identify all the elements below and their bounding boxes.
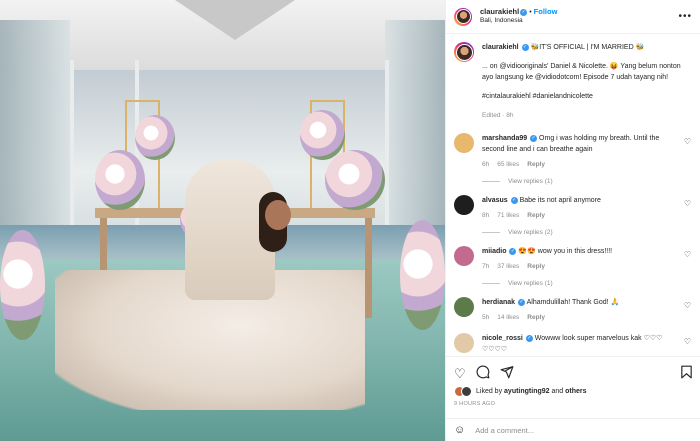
view-replies-button[interactable]: View replies (2) xyxy=(482,229,693,236)
commenter-avatar[interactable] xyxy=(454,133,474,153)
commenter-avatar[interactable] xyxy=(454,333,474,353)
comment-like-heart-icon[interactable]: ♡ xyxy=(684,137,691,146)
comment: miiadio ✓ 😍😍 wow you in this dress!!!! 7… xyxy=(454,246,693,287)
post-actions: ♡ Liked by ayutingting92 and others 9 HO… xyxy=(446,356,700,407)
bride xyxy=(55,120,365,410)
table-leg xyxy=(365,218,372,318)
comments-list[interactable]: claurakiehl ✓ 🐝IT'S OFFICIAL | I'M MARRI… xyxy=(446,34,700,356)
comment-text: 😍😍 wow you in this dress!!!! xyxy=(518,248,613,255)
verified-badge-icon: ✓ xyxy=(525,334,533,342)
flower-arrangement xyxy=(400,220,445,330)
likes-and: and xyxy=(551,388,564,395)
view-replies-button[interactable]: View replies (1) xyxy=(482,280,693,287)
flower-arrangement xyxy=(0,230,45,340)
verified-badge-icon: ✓ xyxy=(520,8,528,16)
caption-edited: Edited · 8h xyxy=(482,112,514,119)
share-icon[interactable] xyxy=(500,365,514,381)
location-link[interactable]: Bali, Indonesia xyxy=(480,17,557,25)
add-comment-bar: ☺ xyxy=(446,418,700,441)
commenter-username[interactable]: miiadio xyxy=(482,248,507,255)
comment-time[interactable]: 8h xyxy=(482,212,489,219)
comment-likes[interactable]: 71 likes xyxy=(497,212,519,219)
verified-badge-icon: ✓ xyxy=(521,43,529,51)
verified-badge-icon: ✓ xyxy=(530,134,538,142)
comment-like-heart-icon[interactable]: ♡ xyxy=(684,199,691,208)
commenter-username[interactable]: herdianak xyxy=(482,299,515,306)
verified-badge-icon: ✓ xyxy=(518,298,526,306)
post-caption: claurakiehl ✓ 🐝IT'S OFFICIAL | I'M MARRI… xyxy=(454,42,693,121)
likes-others-link[interactable]: others xyxy=(565,388,586,395)
comment: alvasus ✓ Babe its not april anymore 8h 7… xyxy=(454,195,693,236)
commenter-username[interactable]: marshanda99 xyxy=(482,135,527,142)
reply-button[interactable]: Reply xyxy=(527,212,545,219)
post-time-ago: 9 HOURS AGO xyxy=(454,401,496,407)
verified-badge-icon: ✓ xyxy=(510,196,518,204)
reply-button[interactable]: Reply xyxy=(527,314,545,321)
comment-like-heart-icon[interactable]: ♡ xyxy=(684,250,691,259)
liker-avatar xyxy=(461,386,472,397)
view-replies-button[interactable]: View replies (1) xyxy=(482,178,693,185)
post-modal: claurakiehl ✓ • Follow Bali, Indonesia ••• … xyxy=(0,0,700,441)
caption-body: ... on @vidiooriginals' Daniel & Nicolet… xyxy=(482,63,681,81)
author-avatar[interactable] xyxy=(454,7,472,26)
comment-likes[interactable]: 14 likes xyxy=(497,314,519,321)
comment-likes[interactable]: 65 likes xyxy=(497,161,519,168)
more-options-icon[interactable]: ••• xyxy=(678,11,692,22)
comment-time[interactable]: 5h xyxy=(482,314,489,321)
author-username[interactable]: claurakiehl xyxy=(480,7,519,16)
caption-hashtags[interactable]: #cintalaurakiehl #danielandnicolette xyxy=(482,91,682,102)
post-side-panel: claurakiehl ✓ • Follow Bali, Indonesia ••• … xyxy=(445,0,700,441)
likes-prefix: Liked by xyxy=(476,388,503,395)
commenter-username[interactable]: nicole_rossi xyxy=(482,335,523,342)
verified-badge-icon: ✓ xyxy=(509,247,517,255)
comment-icon[interactable] xyxy=(476,365,490,381)
comment-likes[interactable]: 37 likes xyxy=(497,263,519,270)
caption-username[interactable]: claurakiehl xyxy=(482,44,519,51)
comment: herdianak ✓ Alhamdulillah! Thank God! 🙏 … xyxy=(454,297,693,323)
comment-time[interactable]: 6h xyxy=(482,161,489,168)
reply-button[interactable]: Reply xyxy=(527,263,545,270)
heart-icon[interactable]: ♡ xyxy=(454,367,466,380)
comment-text: Babe its not april anymore xyxy=(519,197,601,204)
comment-text: Alhamdulillah! Thank God! 🙏 xyxy=(526,299,620,306)
caption-headline: 🐝IT'S OFFICIAL | I'M MARRIED 🐝 xyxy=(530,44,645,51)
likes-summary: Liked by ayutingting92 and others xyxy=(454,386,693,397)
separator-dot: • xyxy=(529,9,532,17)
commenter-avatar[interactable] xyxy=(454,297,474,317)
add-comment-input[interactable] xyxy=(475,425,676,435)
commenter-avatar[interactable] xyxy=(454,195,474,215)
commenter-username[interactable]: alvasus xyxy=(482,197,508,204)
post-header: claurakiehl ✓ • Follow Bali, Indonesia ••• xyxy=(446,0,700,34)
commenter-avatar[interactable] xyxy=(454,246,474,266)
comment-like-heart-icon[interactable]: ♡ xyxy=(684,337,691,346)
post-photo[interactable] xyxy=(0,0,445,441)
comment-like-heart-icon[interactable]: ♡ xyxy=(684,301,691,310)
emoji-icon[interactable]: ☺ xyxy=(454,424,465,436)
follow-button[interactable]: Follow xyxy=(534,7,558,16)
comment-time[interactable]: 7h xyxy=(482,263,489,270)
comment: nicole_rossi ✓ Wowww look super marvelou… xyxy=(454,333,693,355)
liker-username[interactable]: ayutingting92 xyxy=(504,388,550,395)
ceiling-beam xyxy=(175,0,295,40)
bookmark-icon[interactable] xyxy=(680,365,693,381)
comment: marshanda99 ✓ Omg i was holding my breat… xyxy=(454,133,693,185)
reply-button[interactable]: Reply xyxy=(527,161,545,168)
head xyxy=(265,200,291,230)
caption-avatar[interactable] xyxy=(454,42,474,62)
